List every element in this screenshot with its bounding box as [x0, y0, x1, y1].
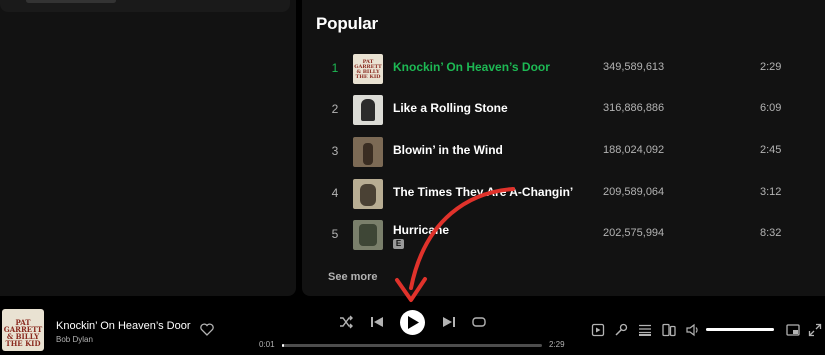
cover-logo-text: PAT GARRETT & BILLY THE KID [354, 59, 382, 80]
now-playing-title[interactable]: Knockin’ On Heaven’s Door [56, 320, 191, 332]
track-plays: 316,886,886 [603, 102, 665, 114]
artist-main-panel: Popular 1 PAT GARRETT & BILLY THE KID Kn… [302, 0, 825, 296]
connect-device-icon[interactable] [662, 323, 676, 337]
library-scroll-indicator [26, 0, 116, 3]
track-plays: 349,589,613 [603, 61, 665, 73]
track-number: 1 [331, 61, 339, 75]
track-cover [353, 220, 383, 250]
fullscreen-icon[interactable] [808, 323, 822, 337]
track-title[interactable]: Blowin’ in the Wind [393, 143, 503, 157]
now-playing-artist[interactable]: Bob Dylan [56, 335, 93, 344]
play-button[interactable] [400, 310, 425, 335]
elapsed-time: 0:01 [259, 340, 275, 349]
volume-fill [706, 328, 774, 331]
track-row[interactable]: 3 Blowin’ in the Wind 188,024,092 2:45 [302, 134, 825, 170]
track-number: 4 [331, 186, 339, 200]
shuffle-icon[interactable] [338, 314, 354, 330]
heart-icon[interactable] [200, 323, 214, 336]
track-duration: 3:12 [760, 186, 782, 198]
track-plays: 209,589,064 [603, 186, 665, 198]
repeat-icon[interactable] [471, 314, 487, 330]
track-duration: 6:09 [760, 102, 782, 114]
skip-forward-icon[interactable] [441, 314, 457, 330]
track-plays: 188,024,092 [603, 144, 665, 156]
track-row[interactable]: 4 The Times They Are A-Changin’ 209,589,… [302, 176, 825, 212]
miniplayer-icon[interactable] [786, 323, 800, 337]
queue-icon[interactable] [638, 323, 652, 337]
track-title[interactable]: The Times They Are A-Changin’ [393, 185, 573, 199]
track-cover [353, 179, 383, 209]
track-title[interactable]: Hurricane [393, 223, 449, 237]
track-cover [353, 137, 383, 167]
now-playing-view-icon[interactable] [591, 323, 605, 337]
now-playing-cover[interactable]: PAT GARRETT & BILLY THE KID [2, 309, 44, 351]
track-number: 3 [331, 144, 339, 158]
track-title[interactable]: Knockin’ On Heaven’s Door [393, 60, 550, 74]
track-plays: 202,575,994 [603, 227, 665, 239]
track-title[interactable]: Like a Rolling Stone [393, 101, 508, 115]
total-time: 2:29 [549, 340, 565, 349]
track-duration: 8:32 [760, 227, 782, 239]
skip-back-icon[interactable] [369, 314, 385, 330]
track-row[interactable]: 1 PAT GARRETT & BILLY THE KID Knockin’ O… [302, 51, 825, 87]
track-duration: 2:29 [760, 61, 782, 73]
track-row[interactable]: 2 Like a Rolling Stone 316,886,886 6:09 [302, 92, 825, 128]
see-more-link[interactable]: See more [328, 271, 378, 283]
explicit-badge: E [393, 239, 404, 249]
popular-heading: Popular [316, 14, 378, 33]
volume-slider[interactable] [706, 328, 774, 331]
track-cover [353, 95, 383, 125]
play-icon [408, 316, 419, 329]
library-card [0, 0, 290, 12]
track-row[interactable]: 5 Hurricane E 202,575,994 8:32 [302, 217, 825, 253]
library-panel [0, 0, 296, 296]
player-bar: PAT GARRETT & BILLY THE KID Knockin’ On … [0, 300, 825, 355]
volume-icon[interactable] [686, 323, 700, 337]
track-duration: 2:45 [760, 144, 782, 156]
track-cover: PAT GARRETT & BILLY THE KID [353, 54, 383, 84]
track-number: 2 [331, 102, 339, 116]
microphone-icon[interactable] [614, 323, 628, 337]
track-number: 5 [331, 227, 339, 241]
progress-fill [282, 344, 284, 347]
progress-bar[interactable] [282, 344, 542, 347]
cover-logo-text: PAT GARRETT & BILLY THE KID [3, 318, 43, 348]
